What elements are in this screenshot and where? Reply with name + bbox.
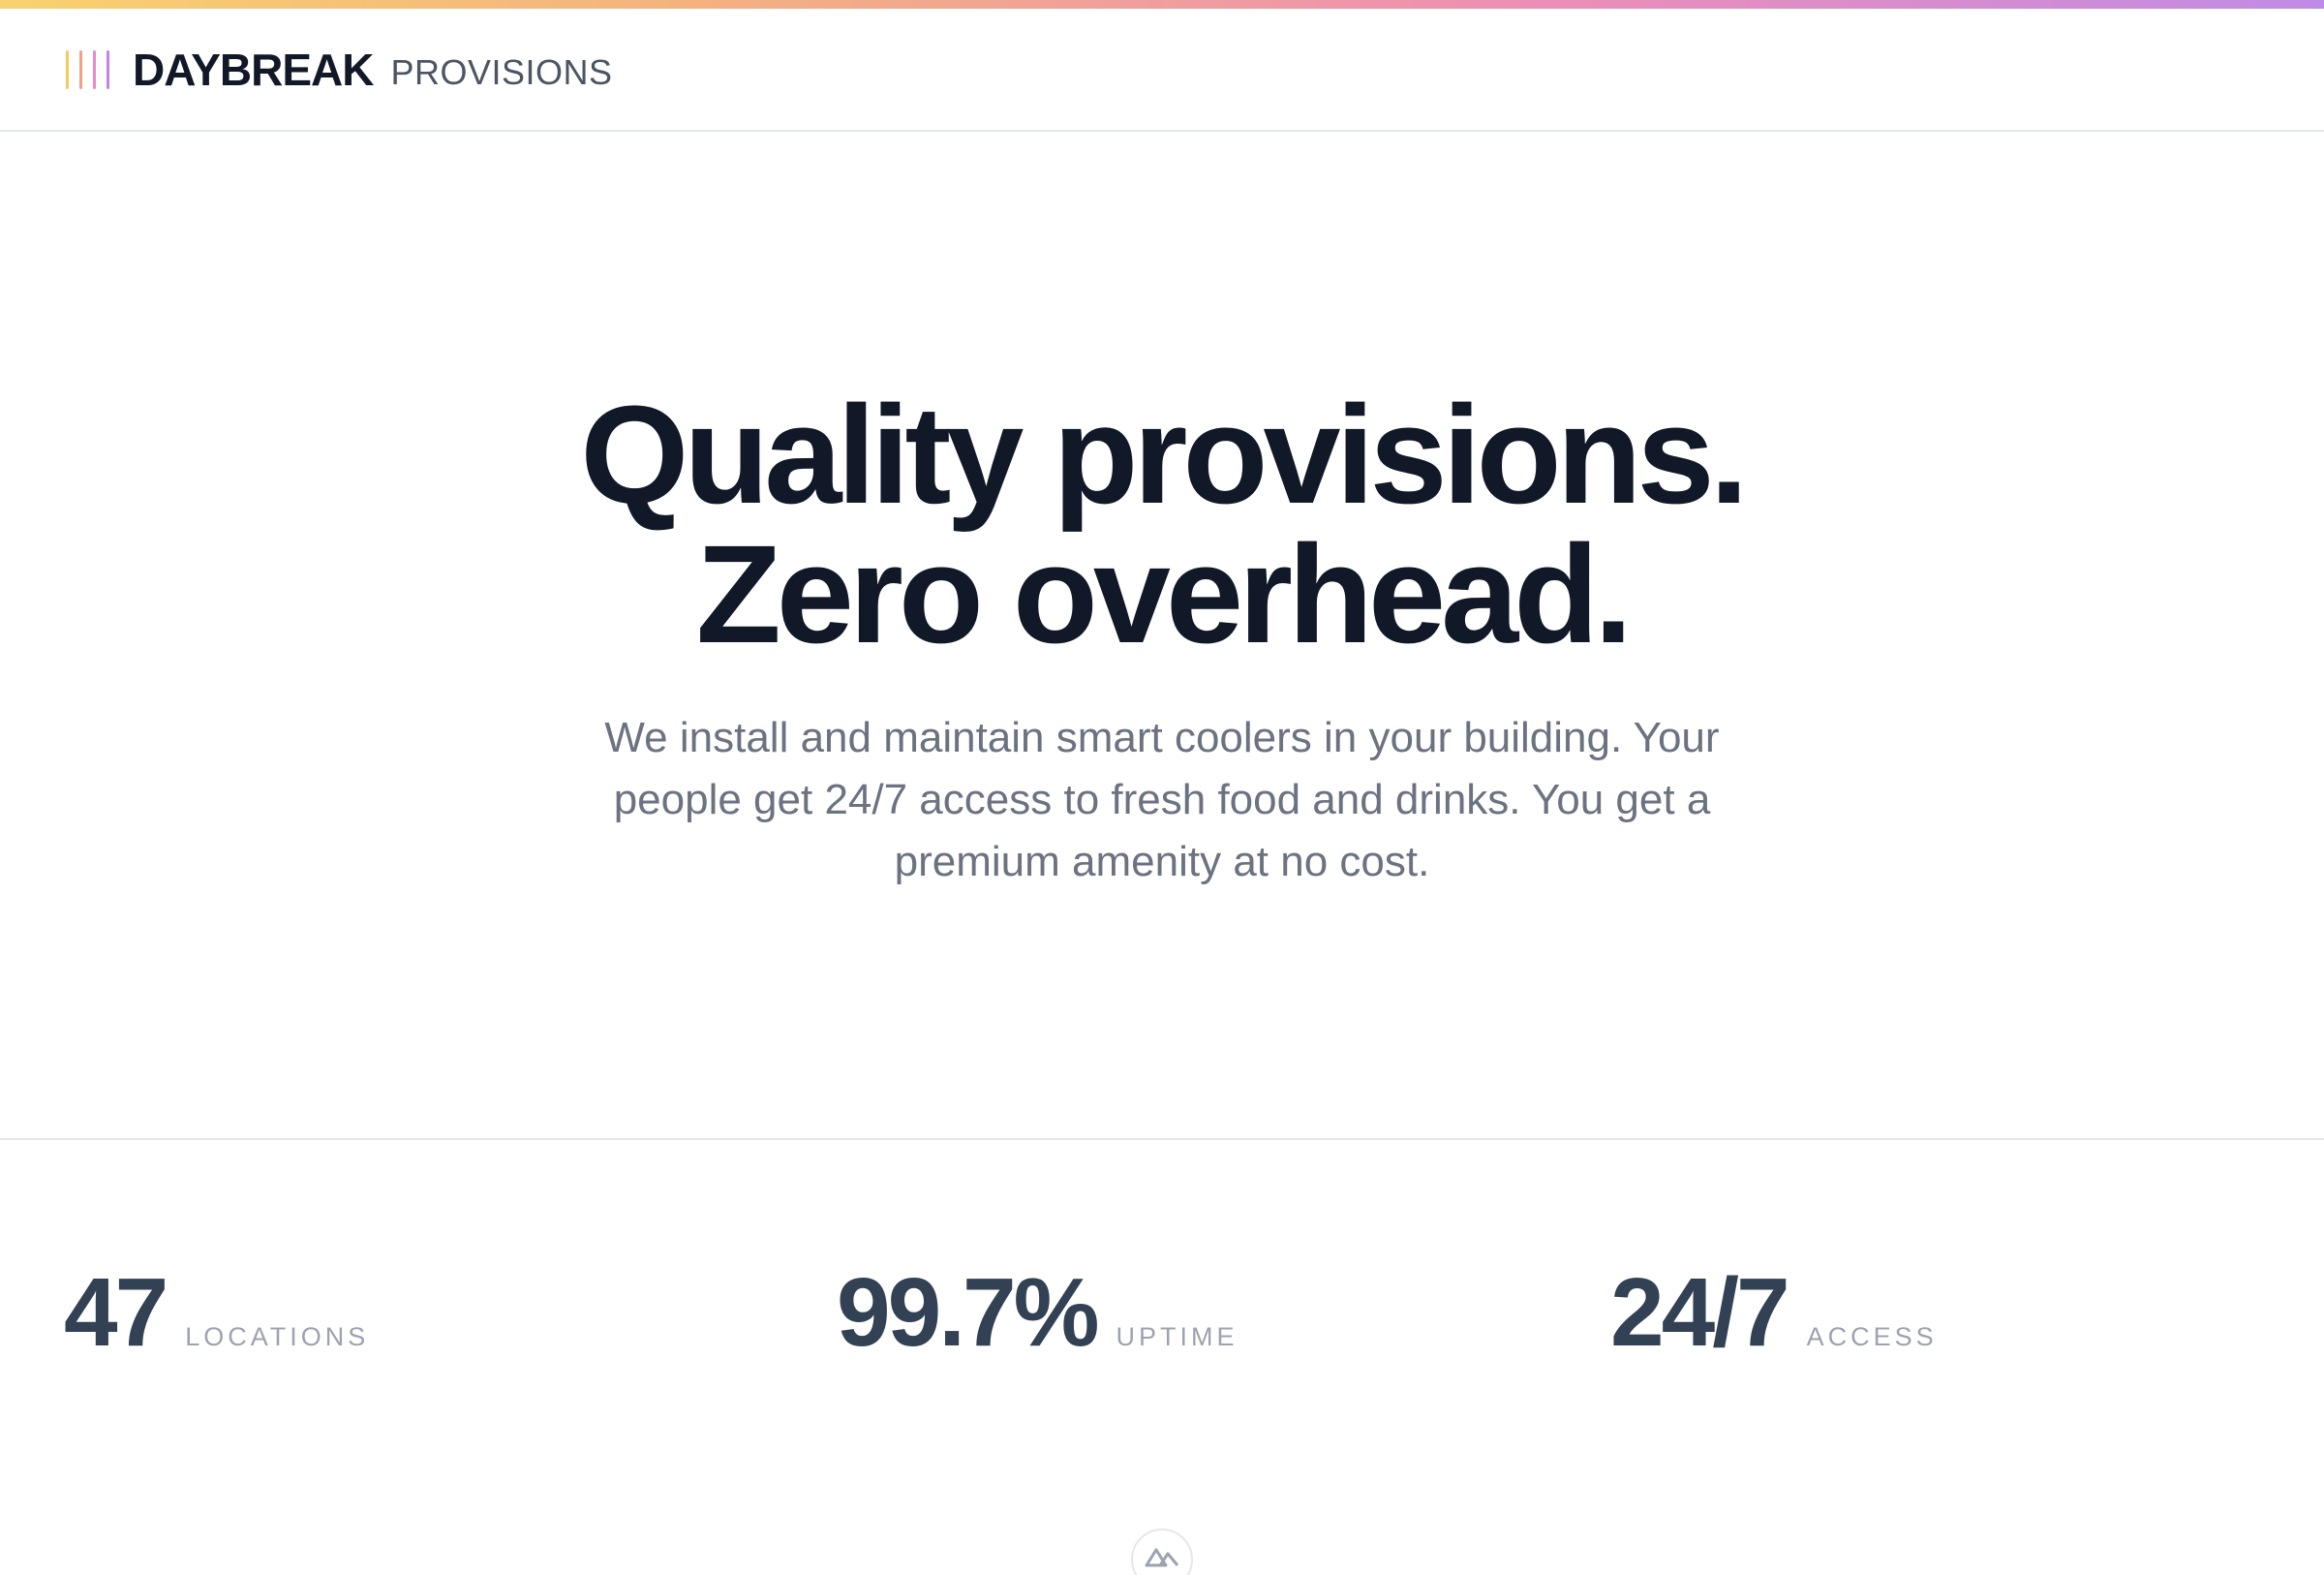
section-divider — [0, 1138, 2324, 1140]
page: DAYBREAK PROVISIONS Quality provisions. … — [0, 0, 2324, 1575]
vertical-bars-logo-icon[interactable] — [66, 48, 109, 91]
nuxt-mountain-icon[interactable] — [1131, 1529, 1193, 1575]
hero-section: Quality provisions. Zero overhead. We in… — [0, 134, 2324, 1138]
stat-uptime: 99.7% UPTIME — [837, 1250, 1238, 1375]
stat-locations: 47 LOCATIONS — [64, 1250, 369, 1375]
stat-access: 24/7 ACCESS — [1610, 1250, 1938, 1375]
logo-bar-1 — [66, 49, 69, 89]
stat-label: UPTIME — [1116, 1322, 1238, 1351]
brand-subtitle: PROVISIONS — [390, 51, 613, 92]
stats-row: 47 LOCATIONS 99.7% UPTIME 24/7 ACCESS — [0, 1250, 2324, 1375]
brand-name[interactable]: DAYBREAK — [133, 44, 374, 96]
nuxt-mountain-icon-svg — [1145, 1548, 1179, 1567]
headline-line-2: Zero overhead. — [695, 516, 1633, 672]
stat-label: ACCESS — [1806, 1322, 1938, 1351]
logo-bar-4 — [107, 49, 109, 89]
stat-label: LOCATIONS — [185, 1322, 370, 1351]
top-gradient-bar — [0, 0, 2324, 9]
site-header: DAYBREAK PROVISIONS — [0, 9, 2324, 132]
hero-headline: Quality provisions. Zero overhead. — [0, 386, 2324, 664]
stat-value: 47 — [64, 1258, 168, 1367]
logo-bar-2 — [79, 49, 82, 89]
headline-line-1: Quality provisions. — [580, 377, 1748, 533]
logo-bar-3 — [93, 49, 96, 89]
stat-value: 24/7 — [1610, 1258, 1790, 1367]
hero-description: We install and maintain smart coolers in… — [604, 714, 1720, 885]
stat-value: 99.7% — [837, 1258, 1100, 1367]
